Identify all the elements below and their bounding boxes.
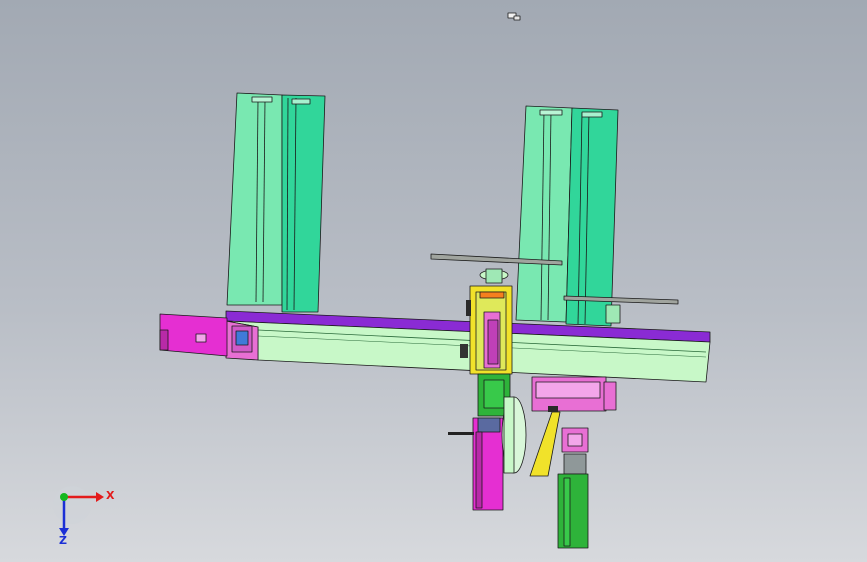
axis-triad: X Z [53, 486, 115, 547]
y-axis-origin [60, 493, 68, 501]
x-axis-label: X [106, 489, 115, 502]
cad-viewport[interactable]: X Z [0, 0, 867, 562]
z-axis-label: Z [59, 534, 67, 547]
